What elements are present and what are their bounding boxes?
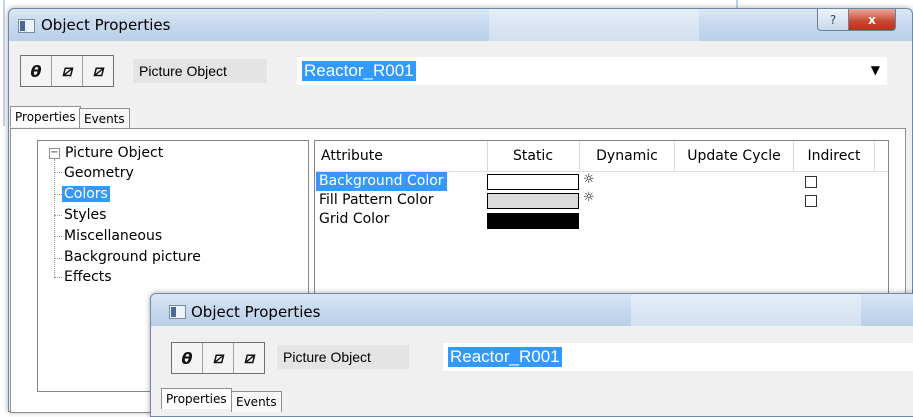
- attribute-fill-pattern-color[interactable]: Fill Pattern Color: [319, 191, 434, 210]
- wand-icon[interactable]: ⧄: [203, 343, 234, 373]
- object-type-label: Picture Object: [133, 59, 267, 83]
- help-button[interactable]: ?: [817, 9, 849, 31]
- object-name-combobox[interactable]: Reactor_R001: [443, 343, 913, 371]
- toolbar: θ ⧄ ⧄: [171, 342, 265, 374]
- column-header-indirect[interactable]: Indirect: [794, 141, 875, 171]
- dynamic-bulb-icon[interactable]: ☼: [583, 173, 595, 187]
- column-header-update-cycle[interactable]: Update Cycle: [675, 141, 794, 171]
- wand-alt-icon[interactable]: ⧄: [83, 56, 113, 86]
- tree-item-effects[interactable]: Effects: [62, 267, 114, 287]
- tree-line: [54, 277, 62, 278]
- object-name-value: Reactor_R001: [448, 347, 562, 367]
- chevron-down-icon[interactable]: ▼: [871, 63, 880, 77]
- tab-properties[interactable]: Properties: [161, 388, 232, 409]
- grid-header: Attribute Static Dynamic Update Cycle In…: [315, 141, 888, 172]
- tree-item-background-picture[interactable]: Background picture: [62, 247, 203, 267]
- tree-item-label: Miscellaneous: [64, 228, 163, 244]
- title-bar-ghost: [489, 9, 699, 41]
- tree-item-geometry[interactable]: Geometry: [62, 163, 136, 183]
- tree-item-label: Styles: [64, 207, 107, 223]
- tree-item-styles[interactable]: Styles: [62, 205, 108, 225]
- object-type-text: Picture Object: [139, 63, 227, 79]
- wand-icon[interactable]: ⧄: [52, 56, 83, 86]
- lock-icon[interactable]: θ: [172, 343, 203, 373]
- object-name-combobox[interactable]: Reactor_R001 ▼: [297, 57, 887, 85]
- tree-line: [54, 258, 62, 259]
- attribute-grid-color[interactable]: Grid Color: [319, 210, 389, 229]
- tab-properties[interactable]: Properties: [10, 106, 81, 127]
- column-header-dynamic[interactable]: Dynamic: [580, 141, 675, 171]
- title-bar-ghost: [631, 294, 861, 326]
- wand-alt-icon[interactable]: ⧄: [234, 343, 264, 373]
- tree-item-label: Geometry: [64, 165, 134, 181]
- tree-line: [54, 236, 62, 237]
- tab-events[interactable]: Events: [79, 108, 130, 129]
- window-title: Object Properties: [41, 16, 171, 34]
- toolbar: θ ⧄ ⧄: [20, 55, 114, 87]
- tree-item-colors[interactable]: Colors: [62, 184, 110, 204]
- background-window-edge: [3, 0, 5, 126]
- tree-item-miscellaneous[interactable]: Miscellaneous: [62, 226, 164, 246]
- attribute-background-color[interactable]: Background Color: [316, 172, 447, 191]
- object-name-value: Reactor_R001: [302, 61, 416, 81]
- tree-item-label: Colors: [62, 186, 110, 202]
- window-title: Object Properties: [191, 303, 321, 321]
- tree-line: [54, 215, 62, 216]
- dynamic-bulb-icon[interactable]: ☼: [583, 191, 595, 205]
- tree-item-label: Picture Object: [65, 145, 164, 161]
- tab-events[interactable]: Events: [231, 391, 282, 412]
- tree-line: [54, 172, 62, 173]
- tree-item-label: Effects: [64, 269, 112, 285]
- tree-item-label: Background picture: [64, 249, 201, 265]
- collapse-icon[interactable]: −: [49, 148, 60, 159]
- grid-color-swatch[interactable]: [487, 213, 579, 229]
- background-color-swatch[interactable]: [487, 174, 579, 190]
- indirect-checkbox[interactable]: [805, 176, 817, 188]
- tree-item-picture-object[interactable]: Picture Object: [63, 143, 165, 163]
- window-icon: [169, 305, 186, 319]
- object-type-text: Picture Object: [283, 349, 371, 365]
- tree-line: [54, 159, 55, 277]
- column-header-static[interactable]: Static: [487, 141, 580, 171]
- object-type-label: Picture Object: [277, 345, 409, 369]
- column-header-attribute[interactable]: Attribute: [315, 141, 488, 171]
- fill-pattern-color-swatch[interactable]: [487, 193, 579, 209]
- window-icon: [18, 19, 35, 33]
- object-properties-window-secondary: Object Properties θ ⧄ ⧄ Picture Object R…: [150, 293, 913, 417]
- title-bar[interactable]: Object Properties ? x: [9, 9, 912, 41]
- title-bar[interactable]: Object Properties: [151, 294, 913, 326]
- indirect-checkbox[interactable]: [805, 195, 817, 207]
- tree-line: [54, 194, 62, 195]
- close-button[interactable]: x: [848, 9, 896, 31]
- lock-icon[interactable]: θ: [21, 56, 52, 86]
